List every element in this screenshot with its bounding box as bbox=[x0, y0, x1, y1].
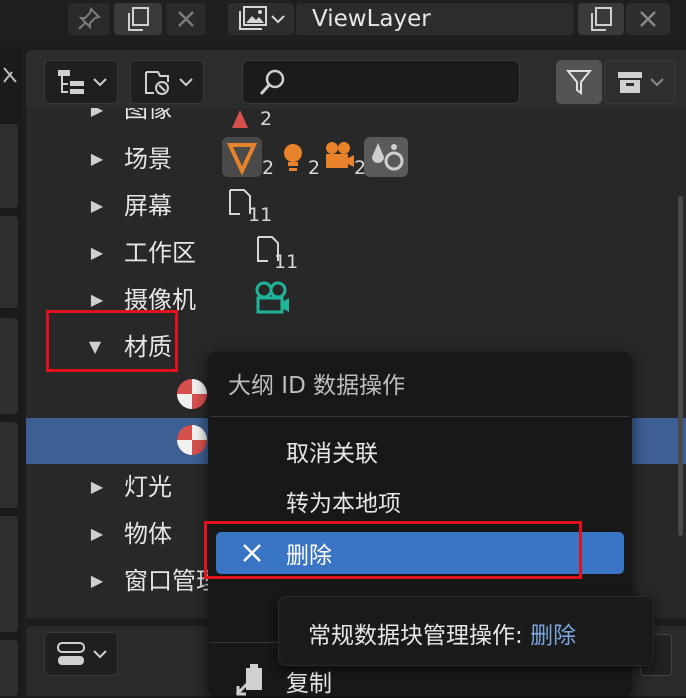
outliner-row-screens[interactable]: ▶ 屏幕 11 bbox=[26, 184, 686, 230]
archive-icon bbox=[618, 72, 642, 93]
outliner-row-workspaces[interactable]: ▶ 工作区 11 bbox=[26, 231, 686, 277]
image-datablock-icon bbox=[232, 110, 248, 128]
editor-type-dropdown[interactable] bbox=[44, 632, 118, 676]
menu-separator bbox=[210, 416, 630, 417]
search-icon bbox=[259, 69, 285, 95]
light-bulb-icon bbox=[284, 144, 302, 171]
duplicate-area-icon bbox=[128, 7, 149, 31]
tool-icon[interactable] bbox=[0, 62, 22, 106]
close-icon bbox=[178, 11, 194, 27]
row-label: 图像 bbox=[124, 108, 172, 123]
user-count: 2 bbox=[308, 157, 321, 179]
search-input[interactable] bbox=[242, 60, 520, 104]
tooltip-action: 删除 bbox=[530, 623, 577, 649]
expand-arrow-icon[interactable]: ▶ bbox=[88, 108, 106, 120]
tooltip-prefix: 常规数据块管理操作: bbox=[308, 623, 531, 649]
user-count: 2 bbox=[260, 108, 273, 130]
expand-arrow-icon[interactable]: ▶ bbox=[88, 243, 106, 263]
world-datablock-icon[interactable] bbox=[222, 137, 262, 177]
camera-datablock-icon bbox=[326, 142, 354, 168]
camera-data-icon bbox=[255, 281, 289, 314]
row-label: 物体 bbox=[124, 520, 172, 548]
filter-icon bbox=[565, 70, 593, 95]
remove-view-layer-button[interactable] bbox=[626, 3, 670, 35]
tab-tool[interactable] bbox=[0, 216, 18, 308]
image-icon bbox=[239, 6, 267, 30]
tab-animation[interactable] bbox=[0, 516, 18, 632]
expand-arrow-icon[interactable]: ▶ bbox=[88, 477, 106, 497]
chevron-down-icon bbox=[179, 78, 193, 87]
outliner-row-images[interactable]: ▶ 图像 2 bbox=[26, 108, 686, 130]
expand-arrow-icon[interactable]: ▶ bbox=[88, 290, 106, 310]
menu-item-copy[interactable]: 复制 bbox=[286, 664, 332, 698]
filter-button[interactable] bbox=[556, 60, 602, 104]
chevron-down-icon bbox=[271, 15, 285, 24]
chevron-down-icon bbox=[93, 650, 107, 659]
user-count: 11 bbox=[248, 204, 273, 226]
menu-item-make-local[interactable]: 转为本地项 bbox=[286, 484, 401, 518]
tab-options[interactable] bbox=[0, 422, 18, 508]
menu-item-unlink[interactable]: 取消关联 bbox=[286, 434, 378, 468]
view-layer-name: ViewLayer bbox=[312, 6, 431, 32]
expand-arrow-icon[interactable]: ▶ bbox=[88, 524, 106, 544]
row-label: 灯光 bbox=[124, 473, 172, 501]
expand-arrow-icon[interactable]: ▶ bbox=[88, 571, 106, 591]
close-area-button[interactable] bbox=[166, 3, 206, 35]
outliner-row-scenes[interactable]: ▶ 场景 2 2 2 bbox=[26, 137, 686, 183]
pin-button[interactable] bbox=[68, 3, 110, 35]
duplicate-area-button[interactable] bbox=[114, 3, 162, 35]
view-layer-browse-button[interactable] bbox=[228, 3, 294, 35]
material-icon bbox=[177, 379, 207, 409]
expand-arrow-icon[interactable]: ▶ bbox=[88, 149, 106, 169]
outliner-tree-icon bbox=[58, 70, 84, 94]
expand-arrow-icon[interactable]: ▶ bbox=[88, 196, 106, 216]
row-label: 工作区 bbox=[124, 239, 196, 267]
annotation-highlight-box bbox=[204, 521, 582, 579]
close-icon bbox=[640, 11, 656, 27]
outliner-scrollbar[interactable] bbox=[678, 196, 683, 536]
pin-icon bbox=[78, 7, 101, 30]
new-collection-dropdown[interactable] bbox=[604, 60, 676, 104]
add-view-layer-button[interactable] bbox=[578, 3, 624, 35]
copy-icon bbox=[235, 664, 262, 696]
chevron-down-icon bbox=[650, 78, 664, 87]
material-icon bbox=[177, 425, 207, 455]
duplicate-icon bbox=[591, 7, 612, 31]
row-label: 场景 bbox=[124, 145, 172, 173]
tooltip-text: 常规数据块管理操作: 删除 bbox=[308, 616, 576, 650]
row-label: 屏幕 bbox=[124, 192, 172, 220]
filter-datablock-dropdown[interactable] bbox=[130, 60, 204, 104]
tab-item[interactable] bbox=[0, 124, 18, 208]
properties-editor-icon bbox=[57, 642, 85, 665]
user-count: 2 bbox=[262, 157, 275, 179]
tab-view[interactable] bbox=[0, 318, 18, 414]
annotation-highlight-box bbox=[46, 310, 178, 372]
display-mode-dropdown[interactable] bbox=[44, 60, 118, 104]
context-menu-title: 大纲 ID 数据操作 bbox=[228, 373, 406, 399]
library-icon bbox=[145, 71, 169, 95]
render-datablock-icon[interactable] bbox=[364, 137, 408, 177]
tab-extra[interactable] bbox=[0, 640, 18, 696]
chevron-down-icon bbox=[93, 78, 107, 87]
user-count: 11 bbox=[274, 251, 299, 273]
